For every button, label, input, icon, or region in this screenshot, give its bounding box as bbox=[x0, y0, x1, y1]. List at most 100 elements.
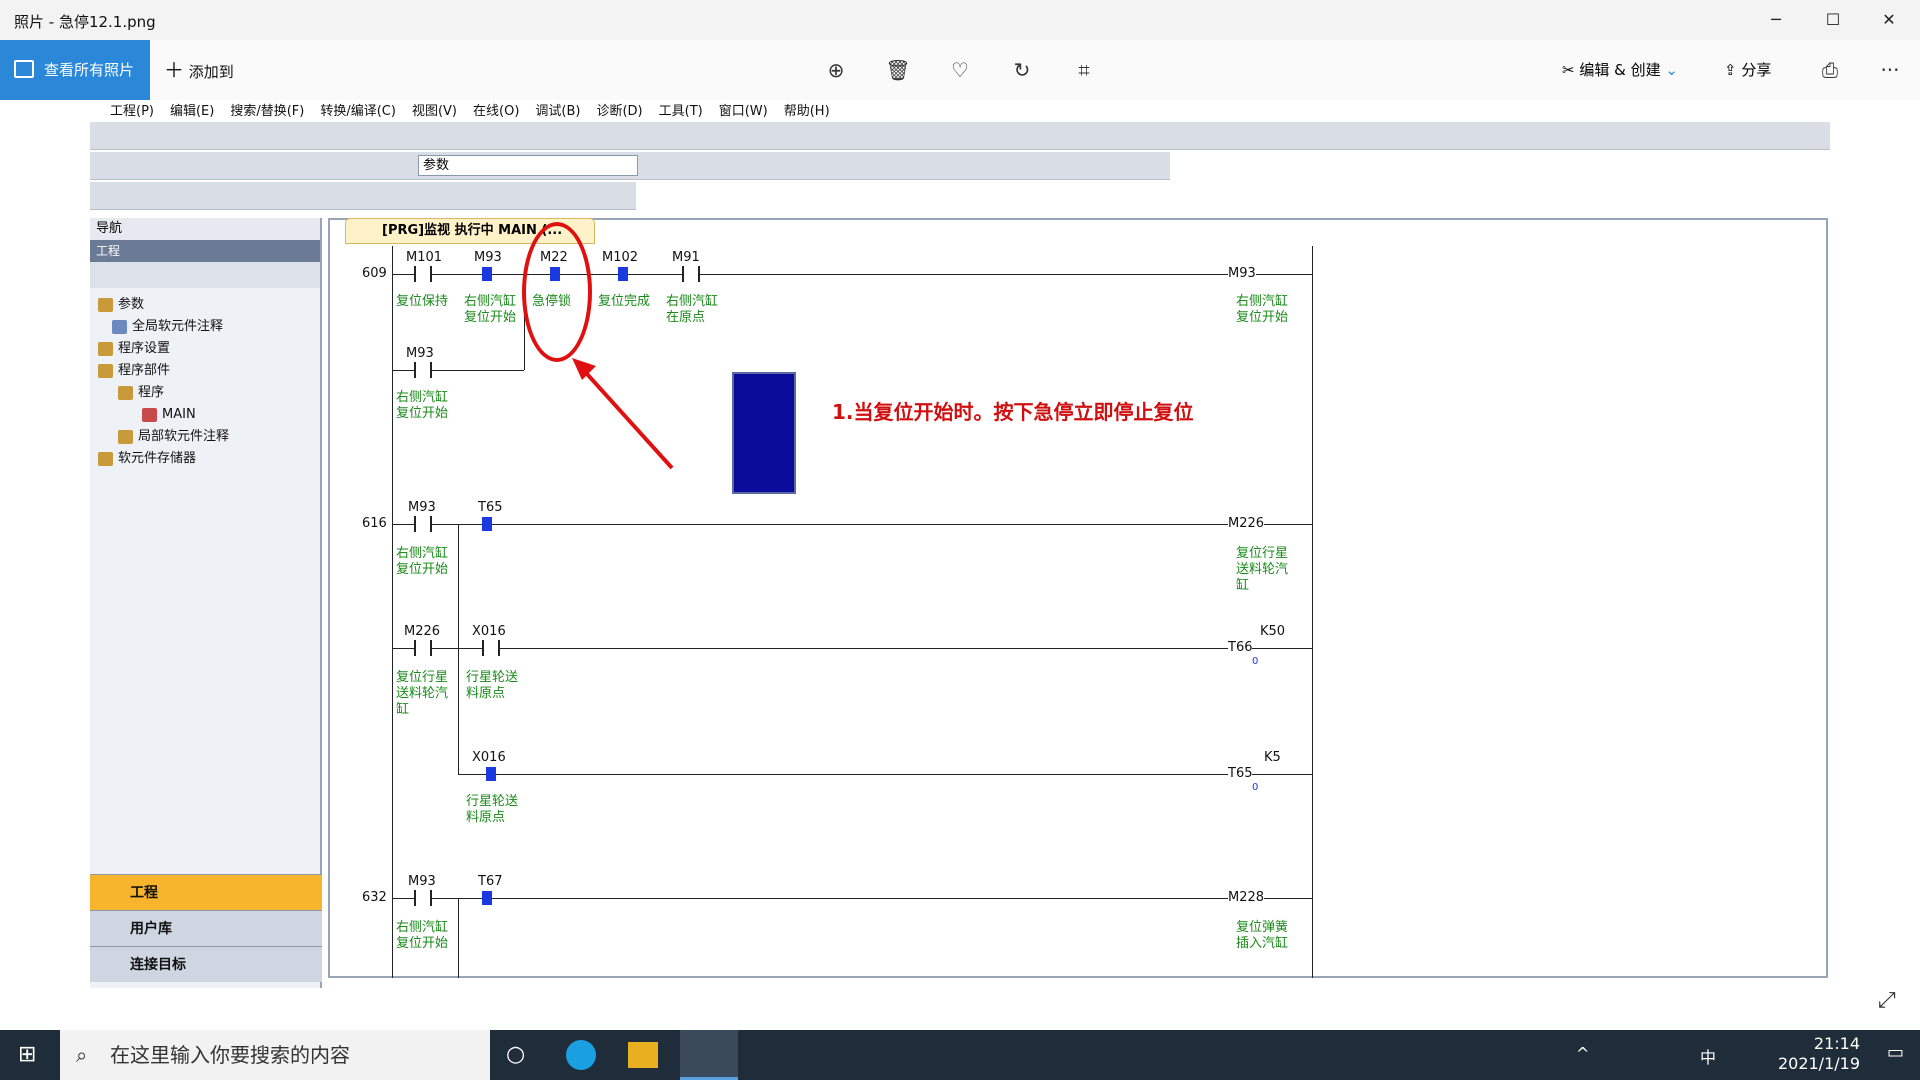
clock[interactable]: 21:14 2021/1/19 bbox=[1778, 1034, 1860, 1074]
menu-online[interactable]: 在线(O) bbox=[473, 100, 519, 119]
menu-help[interactable]: 帮助(H) bbox=[784, 100, 830, 119]
minimize-button[interactable]: ─ bbox=[1753, 0, 1799, 40]
branch-line bbox=[392, 370, 524, 371]
nav-title: 导航 bbox=[90, 218, 320, 240]
more-options-button[interactable]: ··· bbox=[1876, 56, 1904, 84]
timer-value: 0 bbox=[1252, 656, 1259, 667]
clock-time: 21:14 bbox=[1813, 1034, 1860, 1053]
rotate-icon[interactable]: ↻ bbox=[1008, 56, 1036, 84]
contact-label: X016 bbox=[472, 750, 506, 765]
comment-icon bbox=[112, 320, 127, 334]
tray-chevron-icon[interactable]: ^ bbox=[1576, 1044, 1589, 1063]
step-number: 609 bbox=[362, 266, 387, 281]
contact-m93-pulse[interactable] bbox=[414, 516, 432, 532]
param-dropdown[interactable]: 参数 bbox=[418, 155, 638, 176]
red-arrow-annotation bbox=[572, 358, 674, 470]
menu-edit[interactable]: 编辑(E) bbox=[170, 100, 214, 119]
menu-project[interactable]: 工程(P) bbox=[110, 100, 154, 119]
nav-button-project[interactable]: 工程 bbox=[90, 874, 322, 910]
favorite-icon[interactable]: ♡ bbox=[946, 56, 974, 84]
comment: 右侧汽缸 复位开始 bbox=[396, 920, 449, 951]
menu-tools[interactable]: 工具(T) bbox=[659, 100, 703, 119]
coil-m93[interactable]: M93 bbox=[1228, 266, 1256, 281]
tree-item-param[interactable]: 参数 bbox=[98, 294, 229, 316]
rung-line bbox=[392, 524, 1312, 525]
edit-create-button[interactable]: ✂ 编辑 & 创建 ⌄ bbox=[1562, 40, 1678, 100]
tree-item-program-parts[interactable]: 程序部件 bbox=[98, 360, 229, 382]
tree-item-local-comment[interactable]: 局部软元件注释 bbox=[118, 426, 229, 448]
menu-debug[interactable]: 调试(B) bbox=[535, 100, 580, 119]
share-button[interactable]: ⇪ 分享 bbox=[1724, 40, 1771, 100]
contact-m93-pulse[interactable] bbox=[414, 890, 432, 906]
maximize-button[interactable]: ☐ bbox=[1810, 0, 1856, 40]
comment: 行星轮送 料原点 bbox=[466, 670, 519, 701]
expand-icon[interactable]: ⤢ bbox=[1878, 988, 1896, 1013]
tree-item-device-memory[interactable]: 软元件存储器 bbox=[98, 448, 229, 470]
gx-toolbar-1 bbox=[90, 122, 1830, 150]
add-to-button[interactable]: ＋ 添加到 bbox=[164, 40, 234, 100]
nav-toolbar bbox=[90, 262, 320, 288]
photos-app-icon[interactable] bbox=[680, 1030, 738, 1080]
contact-t65-on[interactable] bbox=[482, 517, 492, 531]
contact-m91-nc[interactable] bbox=[682, 266, 700, 282]
coil-m226[interactable]: M226 bbox=[1228, 516, 1265, 531]
contact-x016-on[interactable] bbox=[486, 767, 496, 781]
contact-label: M101 bbox=[406, 250, 443, 265]
comment: 复位行星 送料轮汽缸 bbox=[396, 670, 449, 717]
menu-find-replace[interactable]: 搜索/替换(F) bbox=[230, 100, 304, 119]
red-circle-annotation bbox=[522, 222, 592, 362]
menu-view[interactable]: 视图(V) bbox=[412, 100, 457, 119]
ime-indicator[interactable]: 中 bbox=[1700, 1044, 1716, 1068]
close-button[interactable]: ✕ bbox=[1866, 0, 1912, 40]
zoom-in-icon[interactable]: ⊕ bbox=[822, 56, 850, 84]
contact-m93-branch[interactable] bbox=[414, 362, 432, 378]
taskbar-search-box[interactable]: ⌕ 在这里输入你要搜索的内容 bbox=[60, 1030, 490, 1080]
contact-x016-nc[interactable] bbox=[482, 640, 500, 656]
contact-label: M226 bbox=[404, 624, 441, 639]
tree-item-main[interactable]: MAIN bbox=[142, 404, 229, 426]
menu-window[interactable]: 窗口(W) bbox=[719, 100, 768, 119]
nav-button-user-library[interactable]: 用户库 bbox=[90, 910, 322, 946]
contact-label: T67 bbox=[478, 874, 503, 889]
contact-m226[interactable] bbox=[414, 640, 432, 656]
folder-icon bbox=[98, 342, 113, 356]
nav-button-connection[interactable]: 连接目标 bbox=[90, 946, 322, 982]
edit-create-label: 编辑 & 创建 bbox=[1579, 61, 1661, 79]
contact-label: M102 bbox=[602, 250, 639, 265]
comment: 右侧汽缸 复位开始 bbox=[464, 294, 517, 325]
window-titlebar: 照片 - 急停12.1.png ─ ☐ ✕ bbox=[0, 0, 1920, 40]
windows-start-icon[interactable]: ⊞ bbox=[18, 1042, 36, 1067]
menu-convert[interactable]: 转换/编译(C) bbox=[320, 100, 396, 119]
contact-label: M91 bbox=[672, 250, 700, 265]
coil-comment: 复位弹簧 插入汽缸 bbox=[1236, 920, 1289, 951]
tree-item-program[interactable]: 程序 bbox=[118, 382, 229, 404]
edge-icon[interactable] bbox=[566, 1040, 596, 1070]
branch-line bbox=[458, 898, 459, 978]
folder-icon bbox=[98, 364, 113, 378]
folder-icon bbox=[118, 430, 133, 444]
contact-m102-on[interactable] bbox=[618, 267, 628, 281]
file-explorer-icon[interactable] bbox=[628, 1042, 658, 1068]
coil-m228[interactable]: M228 bbox=[1228, 890, 1265, 905]
tree-item-global-comment[interactable]: 全局软元件注释 bbox=[112, 316, 229, 338]
view-all-photos-button[interactable]: 查看所有照片 bbox=[0, 40, 150, 100]
annotation-text: 1.当复位开始时。按下急停立即停止复位 bbox=[832, 400, 1194, 424]
contact-t67-on[interactable] bbox=[482, 891, 492, 905]
crop-icon[interactable]: ⌗ bbox=[1070, 56, 1098, 84]
rung-line bbox=[392, 648, 1312, 649]
menu-diagnostics[interactable]: 诊断(D) bbox=[596, 100, 642, 119]
coil-t65[interactable]: T65 bbox=[1228, 766, 1253, 781]
rung-line bbox=[392, 898, 1312, 899]
ladder-canvas: 609 M101 M93 M22 M102 M91 M93 复位保持 右侧汽缸复… bbox=[328, 222, 1818, 978]
gx-toolbar-3 bbox=[90, 182, 636, 210]
contact-m101[interactable] bbox=[414, 266, 432, 282]
timer-k: K50 bbox=[1260, 624, 1286, 639]
notification-icon[interactable]: ▭ bbox=[1887, 1042, 1904, 1063]
task-view-icon[interactable]: ○ bbox=[506, 1042, 525, 1067]
tree-item-program-setting[interactable]: 程序设置 bbox=[98, 338, 229, 360]
delete-icon[interactable]: 🗑 bbox=[884, 56, 912, 84]
folder-icon bbox=[98, 298, 113, 312]
print-icon[interactable]: ⎙ bbox=[1816, 56, 1844, 84]
contact-m93-on[interactable] bbox=[482, 267, 492, 281]
coil-t66[interactable]: T66 bbox=[1228, 640, 1253, 655]
